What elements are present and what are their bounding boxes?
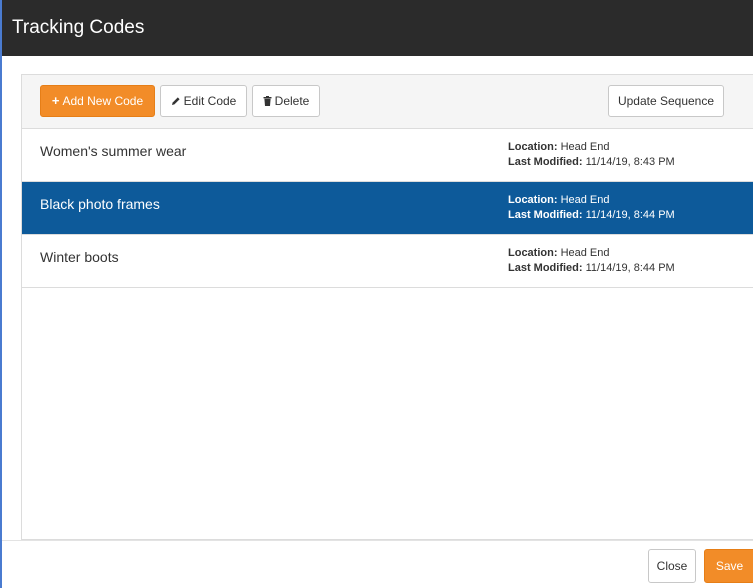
last-modified-value: 11/14/19, 8:44 PM bbox=[585, 262, 675, 274]
tracking-codes-panel: + Add New Code Edit Code Delete Update S… bbox=[21, 74, 753, 540]
dialog-title: Tracking Codes bbox=[12, 17, 145, 38]
location-label: Location: bbox=[508, 194, 558, 206]
save-button[interactable]: Save bbox=[704, 549, 753, 583]
edit-code-label: Edit Code bbox=[183, 94, 237, 108]
last-modified-label: Last Modified: bbox=[508, 156, 583, 168]
list-item-selected[interactable]: Black photo frames Location: Head End La… bbox=[22, 182, 753, 235]
title-bar: Tracking Codes bbox=[2, 0, 753, 56]
update-sequence-button[interactable]: Update Sequence bbox=[608, 85, 724, 117]
tracking-code-meta: Location: Head End Last Modified: 11/14/… bbox=[508, 193, 675, 223]
tracking-code-name: Winter boots bbox=[40, 249, 119, 265]
edit-code-button[interactable]: Edit Code bbox=[160, 85, 247, 117]
delete-label: Delete bbox=[274, 94, 310, 108]
tracking-code-name: Women's summer wear bbox=[40, 143, 187, 159]
location-value: Head End bbox=[560, 141, 610, 153]
last-modified-label: Last Modified: bbox=[508, 209, 583, 221]
tracking-codes-dialog: Tracking Codes +Add New Code Edit Code bbox=[0, 0, 753, 588]
last-modified-value: 11/14/19, 8:44 PM bbox=[585, 209, 675, 221]
plus-icon: + bbox=[51, 93, 60, 108]
footer-divider bbox=[2, 540, 753, 541]
trash-icon bbox=[263, 87, 272, 117]
location-label: Location: bbox=[508, 247, 558, 259]
add-new-code-button[interactable]: + Add New Code bbox=[40, 85, 155, 117]
pencil-icon bbox=[171, 87, 181, 117]
last-modified-value: 11/14/19, 8:43 PM bbox=[585, 156, 675, 168]
location-value: Head End bbox=[560, 194, 610, 206]
tracking-code-meta: Location: Head End Last Modified: 11/14/… bbox=[508, 140, 675, 170]
add-new-code-label: Add New Code bbox=[62, 94, 144, 108]
list-item[interactable]: Women's summer wear Location: Head End L… bbox=[22, 129, 753, 182]
last-modified-label: Last Modified: bbox=[508, 262, 583, 274]
tracking-code-meta: Location: Head End Last Modified: 11/14/… bbox=[508, 246, 675, 276]
location-value: Head End bbox=[560, 247, 610, 259]
close-button[interactable]: Close bbox=[648, 549, 696, 583]
location-label: Location: bbox=[508, 141, 558, 153]
list-item[interactable]: Winter boots Location: Head End Last Mod… bbox=[22, 235, 753, 288]
tracking-code-name: Black photo frames bbox=[40, 196, 160, 212]
toolbar: + Add New Code Edit Code Delete Update S… bbox=[22, 75, 753, 129]
delete-button[interactable]: Delete bbox=[252, 85, 320, 117]
